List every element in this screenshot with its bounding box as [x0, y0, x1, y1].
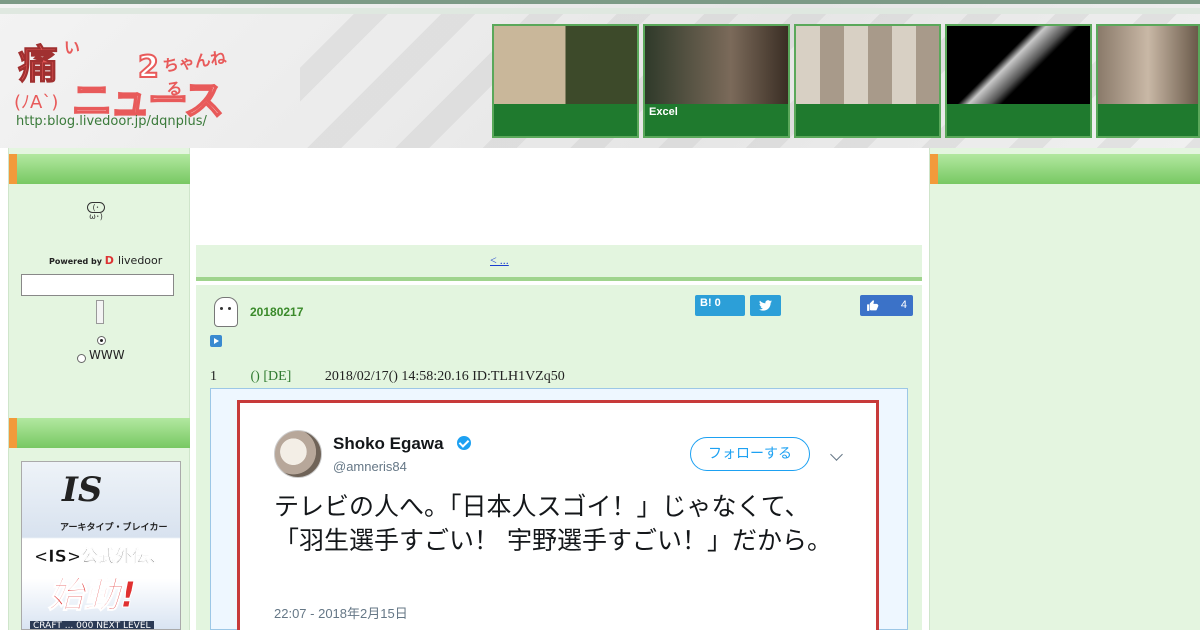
- logo-small-i: い: [64, 38, 81, 57]
- ad-bottom: CRAFT ... 000 NEXT LEVEL: [30, 621, 154, 629]
- thumbnail-caption: [494, 104, 637, 136]
- hatena-label: B!: [700, 297, 712, 309]
- ad-banner[interactable]: IS アーキタイプ・ブレイカー <IS>公式外伝、 始動! CRAFT ... …: [21, 461, 181, 630]
- follow-button[interactable]: フォローする: [690, 437, 810, 471]
- thumbnail-caption: [947, 104, 1090, 136]
- thumbnail-5[interactable]: [1096, 24, 1200, 138]
- play-icon[interactable]: [210, 335, 222, 347]
- thumbnail-3[interactable]: [794, 24, 941, 138]
- twitter-bird-icon: [759, 300, 772, 311]
- thumbnail-image: [796, 26, 939, 104]
- thumbnail-4[interactable]: [945, 24, 1092, 138]
- logo-url: http:blog.livedoor.jp/dqnplus/: [16, 114, 207, 129]
- radio-www-label: WWW: [89, 348, 125, 362]
- thumbnail-image: [1098, 26, 1198, 104]
- chevron-down-icon[interactable]: [830, 448, 843, 461]
- hatena-bookmark-button[interactable]: B! 0: [695, 295, 745, 316]
- thumbnail-2[interactable]: Excel: [643, 24, 790, 138]
- article-post: 20180217 B! 0 4 1 () [DE] 2018/02/17() 1…: [196, 285, 922, 630]
- thumbnail-1[interactable]: [492, 24, 639, 138]
- verified-badge-icon: [457, 436, 471, 450]
- tweet-author-handle[interactable]: @amneris84: [333, 459, 407, 474]
- thumbnail-caption: [1098, 104, 1198, 136]
- tweet-author-name[interactable]: Shoko Egawa: [333, 434, 444, 454]
- search-button[interactable]: [96, 300, 104, 324]
- left-sidebar: (･ω･) Powered by Dlivedoor WWW IS アーキタイプ…: [8, 148, 191, 630]
- tweet-button[interactable]: [750, 295, 781, 316]
- sidebar-header-bar: [930, 154, 1200, 184]
- post-date: 20180217: [250, 305, 304, 319]
- thumbnail-caption: Excel: [645, 104, 788, 136]
- ad-line1: <IS>公式外伝、: [34, 547, 167, 568]
- powered-by-livedoor[interactable]: Powered by Dlivedoor: [49, 254, 162, 267]
- emoji-label: (･ω･): [87, 202, 105, 221]
- like-count: 4: [887, 297, 913, 314]
- embedded-tweet[interactable]: Shoko Egawa @amneris84 フォローする テレビの人へ。「日本…: [237, 400, 879, 630]
- thumbnail-image: [947, 26, 1090, 104]
- livedoor-label: livedoor: [117, 254, 163, 267]
- response-meta: 2018/02/17() 14:58:20.16 ID:TLH1VZq50: [324, 369, 565, 384]
- radio-www[interactable]: [77, 354, 86, 363]
- site-header: 痛 い 2 ちゃんねる ニュース (ﾉA`) http:blog.livedoo…: [0, 0, 1200, 152]
- author-icon: [214, 297, 238, 327]
- ad-line2: 始動!: [47, 575, 137, 617]
- response-header: 1 () [DE] 2018/02/17() 14:58:20.16 ID:TL…: [210, 369, 565, 385]
- main-content: < ... 20180217 B! 0 4 1 () [DE] 2018/02/…: [190, 148, 930, 630]
- logo-face: (ﾉA`): [14, 92, 59, 113]
- thumbnail-image: [494, 26, 637, 104]
- ad-subtitle: アーキタイプ・ブレイカー: [60, 523, 168, 533]
- article-nav: < ...: [196, 245, 922, 281]
- thumbs-up-icon: [867, 300, 879, 311]
- right-sidebar: [929, 148, 1200, 630]
- facebook-like-button[interactable]: 4: [860, 295, 913, 316]
- hatena-count: 0: [714, 297, 721, 309]
- response-number: 1: [210, 369, 217, 384]
- emoji-line: (･ω･): [87, 202, 105, 222]
- powered-by-label: Powered by: [49, 257, 102, 266]
- logo-kanji: 痛: [18, 41, 59, 89]
- tweet-text: テレビの人へ。「日本人スゴイ！」じゃなくて、「羽生選手すごい！ 宇野選手すごい！…: [274, 492, 832, 555]
- prev-article-link[interactable]: < ...: [490, 253, 509, 268]
- tweet-timestamp[interactable]: 22:07 - 2018年2月15日: [274, 603, 408, 622]
- thumbnail-image: [645, 26, 788, 104]
- embedded-tweet-frame: Shoko Egawa @amneris84 フォローする テレビの人へ。「日本…: [210, 388, 908, 630]
- radio-site[interactable]: [97, 336, 106, 345]
- avatar[interactable]: [274, 430, 322, 478]
- response-name: () [DE]: [250, 369, 292, 384]
- livedoor-icon: D: [104, 254, 114, 267]
- sidebar-header-bar: [9, 154, 191, 184]
- sidebar-header-bar: [9, 418, 191, 448]
- site-logo[interactable]: 痛 い 2 ちゃんねる ニュース (ﾉA`) http:blog.livedoo…: [14, 28, 229, 136]
- thumbnail-caption: [796, 104, 939, 136]
- ad-logo: IS: [62, 470, 103, 510]
- search-input[interactable]: [21, 274, 174, 296]
